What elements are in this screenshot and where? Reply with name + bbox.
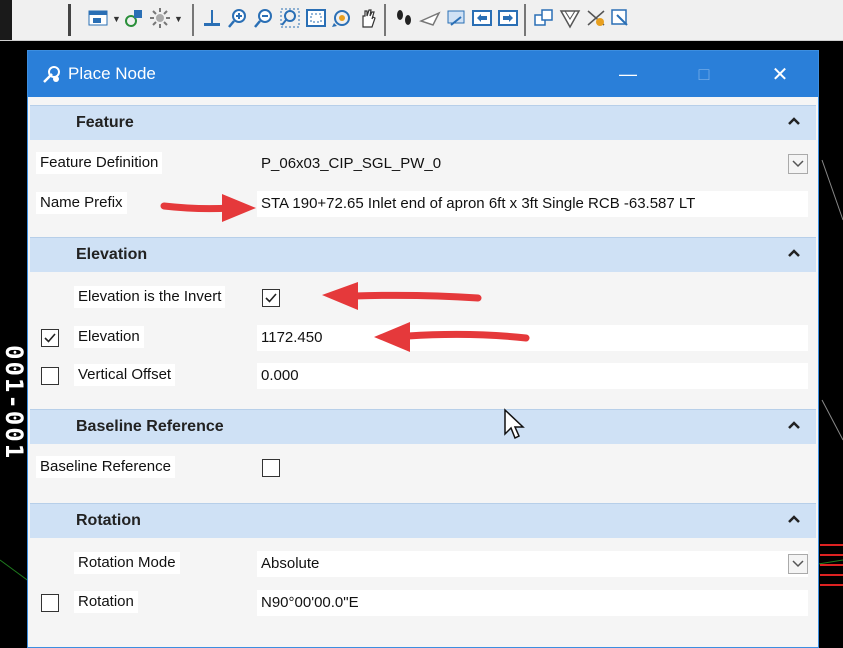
previous-view-icon[interactable]: [470, 6, 494, 30]
chevron-up-icon[interactable]: [786, 417, 802, 433]
maximize-button[interactable]: □: [680, 51, 728, 97]
display-style-icon[interactable]: [122, 6, 146, 30]
dropdown-button[interactable]: [788, 154, 808, 174]
view-icon[interactable]: [86, 6, 110, 30]
chevron-down-icon[interactable]: ▼: [174, 14, 183, 24]
section-title: Rotation: [76, 512, 141, 529]
pan-icon[interactable]: [356, 6, 380, 30]
baseline-reference-checkbox[interactable]: [262, 459, 280, 477]
copy-view-icon[interactable]: [532, 6, 556, 30]
baseline-section-header[interactable]: Baseline Reference: [30, 409, 816, 444]
rotation-checkbox[interactable]: [41, 594, 59, 612]
rotation-mode-row: Rotation Mode Absolute: [30, 549, 816, 579]
elevation-input[interactable]: 1172.450: [257, 325, 808, 351]
zoom-out-icon[interactable]: [252, 6, 276, 30]
rotation-section: Rotation Rotation Mode Absolute Rotation…: [30, 503, 816, 643]
zoom-in-icon[interactable]: [226, 6, 250, 30]
cad-station-text: 001-001: [0, 345, 28, 461]
section-title: Elevation: [76, 246, 148, 263]
mouse-cursor-icon: [504, 408, 525, 440]
chevron-down-icon[interactable]: ▼: [112, 14, 121, 24]
feature-definition-label: Feature Definition: [36, 152, 163, 174]
elevation-invert-label: Elevation is the Invert: [74, 286, 226, 308]
elevation-section-header[interactable]: Elevation: [30, 237, 816, 272]
chevron-up-icon[interactable]: [786, 113, 802, 129]
elevation-checkbox[interactable]: [41, 329, 59, 347]
toolbar-separator: [68, 4, 71, 36]
section-title: Baseline Reference: [76, 418, 224, 435]
name-prefix-label: Name Prefix: [36, 192, 127, 214]
vertical-offset-label: Vertical Offset: [74, 364, 176, 386]
section-icon[interactable]: [608, 6, 632, 30]
vertical-offset-row: Vertical Offset 0.000: [30, 361, 816, 391]
feature-section-header[interactable]: Feature: [30, 105, 816, 140]
chevron-up-icon[interactable]: [786, 245, 802, 261]
vertical-offset-input[interactable]: 0.000: [257, 363, 808, 389]
annotation-arrow-icon: [322, 282, 482, 310]
chevron-up-icon[interactable]: [786, 511, 802, 527]
walk-icon[interactable]: [392, 6, 416, 30]
dropdown-button[interactable]: [788, 554, 808, 574]
rotation-mode-label: Rotation Mode: [74, 552, 180, 574]
clip-mask-icon[interactable]: [584, 6, 608, 30]
chevron-down-icon: [792, 560, 804, 568]
level-icon[interactable]: [200, 6, 224, 30]
rotation-row: Rotation N90°00'00.0"E: [30, 588, 816, 618]
view-toolbar: ▼ ▼: [0, 0, 843, 41]
clip-volume-icon[interactable]: [558, 6, 582, 30]
tool-icon: [43, 66, 60, 83]
minimize-button[interactable]: —: [604, 51, 652, 97]
annotation-arrow-icon: [160, 194, 256, 222]
feature-definition-row: Feature Definition P_06x03_CIP_SGL_PW_0: [30, 149, 816, 179]
baseline-reference-row: Baseline Reference: [30, 453, 816, 483]
toolbar-separator: [384, 4, 386, 36]
window-area-icon[interactable]: [278, 6, 302, 30]
chevron-down-icon: [792, 160, 804, 168]
section-title: Feature: [76, 114, 134, 131]
toolbar-separator: [524, 4, 526, 36]
feature-definition-select[interactable]: P_06x03_CIP_SGL_PW_0: [257, 151, 808, 177]
baseline-reference-label: Baseline Reference: [36, 456, 175, 478]
fit-view-icon[interactable]: [304, 6, 328, 30]
dialog-title: Place Node: [68, 64, 156, 83]
baseline-section: Baseline Reference Baseline Reference: [30, 409, 816, 495]
annotation-arrow-icon: [374, 322, 530, 352]
toolbar-left-edge: [0, 0, 12, 40]
rotation-mode-select[interactable]: Absolute: [257, 551, 808, 577]
rotation-label: Rotation: [74, 591, 138, 613]
lighting-icon[interactable]: [148, 6, 172, 30]
checkmark-icon: [44, 333, 56, 343]
name-prefix-input[interactable]: STA 190+72.65 Inlet end of apron 6ft x 3…: [257, 191, 808, 217]
fly-icon[interactable]: [418, 6, 442, 30]
name-prefix-row: Name Prefix STA 190+72.65 Inlet end of a…: [30, 189, 816, 219]
feature-section: Feature Feature Definition P_06x03_CIP_S…: [30, 105, 816, 229]
elevation-invert-checkbox[interactable]: [262, 289, 280, 307]
camera-icon[interactable]: [444, 6, 468, 30]
toolbar-separator: [192, 4, 194, 36]
dialog-titlebar[interactable]: Place Node — □ ✕: [28, 51, 818, 97]
elevation-label: Elevation: [74, 326, 144, 348]
close-button[interactable]: ✕: [756, 51, 804, 97]
next-view-icon[interactable]: [496, 6, 520, 30]
vertical-offset-checkbox[interactable]: [41, 367, 59, 385]
rotation-input[interactable]: N90°00'00.0"E: [257, 590, 808, 616]
rotate-view-icon[interactable]: [330, 6, 354, 30]
rotation-section-header[interactable]: Rotation: [30, 503, 816, 538]
checkmark-icon: [265, 293, 277, 303]
